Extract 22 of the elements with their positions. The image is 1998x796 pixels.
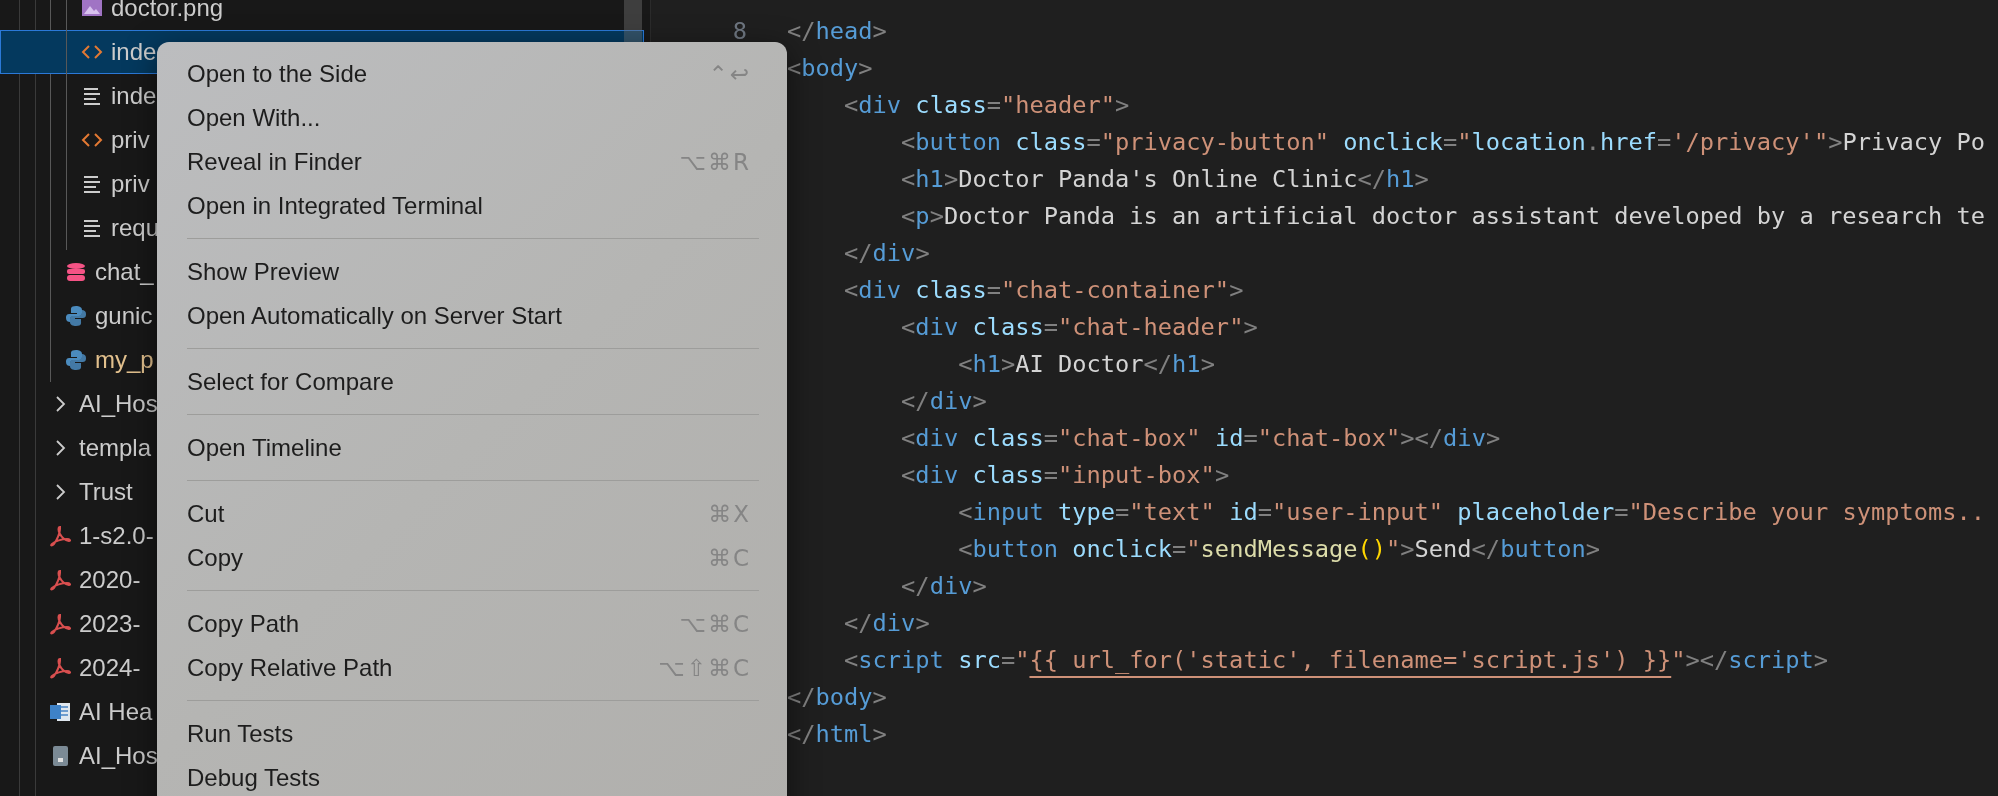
code-line: <p>Doctor Panda is an artificial doctor assistant developed by a research te — [900, 201, 1985, 230]
code-line: </body> — [787, 682, 887, 711]
code-line: <h1>Doctor Panda's Online Clinic</h1> — [900, 164, 1429, 193]
code-line: </div> — [900, 386, 987, 415]
code-line: <div class="input-box"> — [900, 460, 1230, 489]
code-line: <div class="chat-box" id="chat-box"></div> — [900, 423, 1501, 452]
code-line: <body> — [787, 53, 873, 82]
code-line: <h1>AI Doctor</h1> — [957, 349, 1215, 378]
code-line: </div> — [843, 238, 930, 267]
code-line: <div class="chat-container"> — [843, 275, 1244, 304]
line-number: 8 — [732, 16, 747, 45]
code-line: <script src="{{ url_for('static', filename='script.js') }}"></script> — [843, 645, 1829, 674]
code-line: </div> — [843, 608, 930, 637]
code-line: <button class="privacy-button" onclick="location.href='/privacy'">Privacy Po — [900, 127, 1986, 156]
code-line: <button onclick="sendMessage()">Send</button> — [957, 534, 1600, 563]
code-line: </head> — [787, 16, 887, 45]
code-line: </div> — [900, 571, 987, 600]
code-line: <input type="text" id="user-input" placeholder="Describe your symptoms.. — [957, 497, 1985, 526]
code-line: </html> — [787, 719, 887, 748]
code-line: <div class="chat-header"> — [900, 312, 1258, 341]
shortcut-text: ⌃↩ — [708, 61, 751, 87]
code-line: <div class="header"> — [843, 90, 1130, 119]
